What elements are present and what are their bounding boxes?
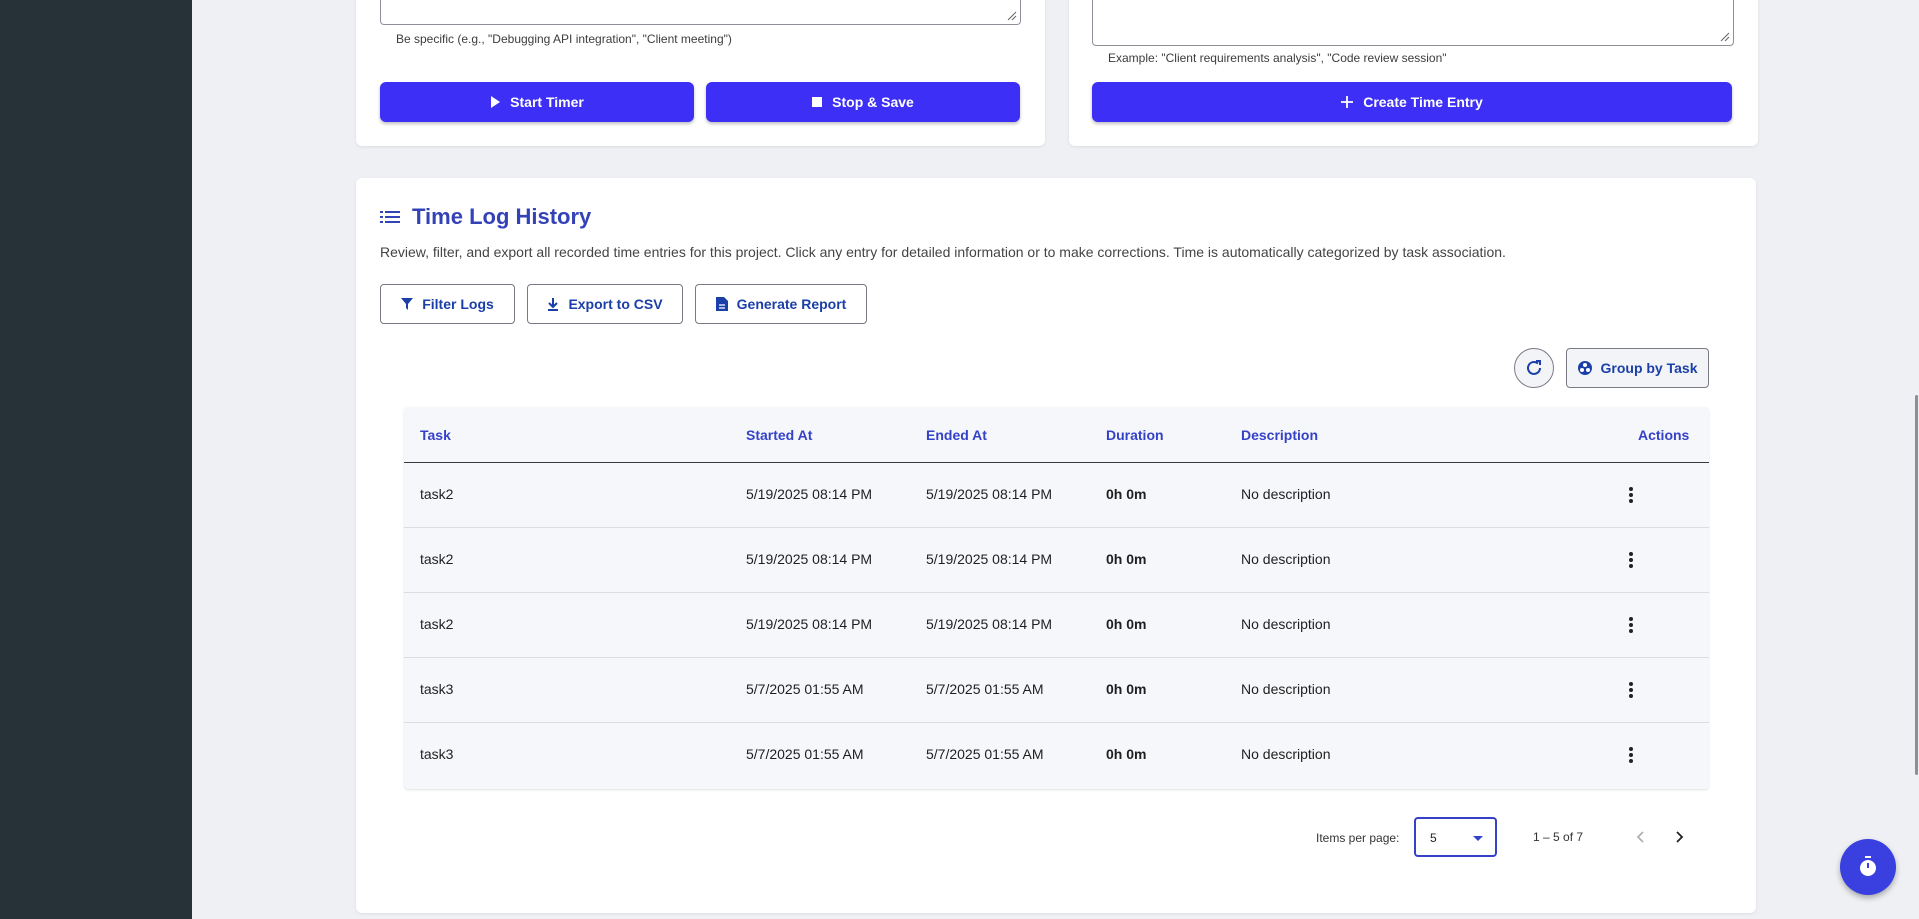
page-range-label: 1 – 5 of 7 (1533, 830, 1584, 844)
cell-description: No description (1241, 486, 1331, 502)
column-header-actions: Actions (1638, 427, 1690, 443)
play-icon (491, 96, 501, 108)
filter-logs-button[interactable]: Filter Logs (380, 284, 515, 324)
export-csv-button[interactable]: Export to CSV (527, 284, 683, 324)
cell-started: 5/19/2025 08:14 PM (746, 616, 873, 632)
table-row[interactable]: task3 5/7/2025 01:55 AM 5/7/2025 01:55 A… (404, 658, 1709, 723)
cell-task: task2 (420, 551, 454, 567)
stop-save-label: Stop & Save (832, 94, 914, 110)
cell-task: task3 (420, 681, 454, 697)
refresh-icon (1527, 360, 1541, 375)
resize-grip-icon (1720, 32, 1730, 42)
more-vertical-icon (1629, 552, 1633, 568)
cell-task: task2 (420, 486, 454, 502)
cell-task: task2 (420, 616, 454, 632)
cell-ended: 5/7/2025 01:55 AM (926, 746, 1044, 762)
table-row[interactable]: task3 5/7/2025 01:55 AM 5/7/2025 01:55 A… (404, 723, 1709, 788)
sidebar (0, 0, 192, 919)
cell-description: No description (1241, 616, 1331, 632)
table-row[interactable]: task2 5/19/2025 08:14 PM 5/19/2025 08:14… (404, 528, 1709, 593)
filter-icon (401, 298, 414, 310)
document-icon (715, 297, 728, 311)
more-vertical-icon (1629, 747, 1633, 763)
table-row[interactable]: task2 5/19/2025 08:14 PM 5/19/2025 08:14… (404, 463, 1709, 528)
group-by-task-label: Group by Task (1600, 360, 1698, 376)
plus-icon (1341, 96, 1354, 108)
generate-report-label: Generate Report (736, 296, 847, 312)
row-actions-button[interactable] (1617, 741, 1645, 769)
create-time-entry-button[interactable]: Create Time Entry (1092, 82, 1732, 122)
table-header: Task Started At Ended At Duration Descri… (404, 407, 1709, 463)
row-actions-button[interactable] (1617, 611, 1645, 639)
column-header-description[interactable]: Description (1241, 427, 1318, 443)
workspaces-icon (1577, 361, 1592, 375)
table-row[interactable]: task2 5/19/2025 08:14 PM 5/19/2025 08:14… (404, 593, 1709, 658)
section-description: Review, filter, and export all recorded … (380, 244, 1506, 260)
timer-icon (1860, 856, 1876, 876)
row-actions-button[interactable] (1617, 481, 1645, 509)
timer-description-textarea[interactable] (380, 0, 1021, 25)
generate-report-button[interactable]: Generate Report (695, 284, 867, 324)
column-header-task[interactable]: Task (420, 427, 451, 443)
cell-duration: 0h 0m (1106, 551, 1147, 567)
more-vertical-icon (1629, 682, 1633, 698)
section-header: Time Log History (380, 204, 591, 230)
cell-duration: 0h 0m (1106, 486, 1147, 502)
stop-save-button[interactable]: Stop & Save (706, 82, 1020, 122)
next-page-button[interactable] (1666, 823, 1694, 851)
column-header-started[interactable]: Started At (746, 427, 812, 443)
manual-description-textarea[interactable] (1092, 0, 1734, 46)
time-log-table: Task Started At Ended At Duration Descri… (404, 407, 1709, 789)
cell-description: No description (1241, 551, 1331, 567)
column-header-duration[interactable]: Duration (1106, 427, 1164, 443)
cell-started: 5/19/2025 08:14 PM (746, 551, 873, 567)
items-per-page-label: Items per page: (1316, 831, 1400, 845)
timer-fab-button[interactable] (1840, 839, 1896, 895)
cell-task: task3 (420, 746, 454, 762)
section-title: Time Log History (412, 204, 592, 229)
more-vertical-icon (1629, 487, 1633, 503)
cell-ended: 5/19/2025 08:14 PM (926, 616, 1053, 632)
resize-grip-icon (1007, 11, 1017, 21)
list-icon (380, 211, 400, 223)
cell-description: No description (1241, 681, 1331, 697)
more-vertical-icon (1629, 617, 1633, 633)
cell-ended: 5/19/2025 08:14 PM (926, 486, 1053, 502)
cell-duration: 0h 0m (1106, 746, 1147, 762)
chevron-right-icon (1676, 831, 1684, 843)
cell-started: 5/19/2025 08:14 PM (746, 486, 873, 502)
download-icon (548, 297, 559, 311)
cell-ended: 5/19/2025 08:14 PM (926, 551, 1053, 567)
previous-page-button[interactable] (1626, 823, 1654, 851)
row-actions-button[interactable] (1617, 546, 1645, 574)
cell-started: 5/7/2025 01:55 AM (746, 681, 864, 697)
timer-hint-text: Be specific (e.g., "Debugging API integr… (396, 32, 732, 46)
page-scrollbar[interactable] (1915, 395, 1918, 775)
page-size-value: 5 (1430, 831, 1437, 845)
create-time-entry-label: Create Time Entry (1363, 94, 1483, 110)
cell-ended: 5/7/2025 01:55 AM (926, 681, 1044, 697)
export-csv-label: Export to CSV (568, 296, 663, 312)
start-timer-button[interactable]: Start Timer (380, 82, 694, 122)
group-by-task-button[interactable]: Group by Task (1566, 348, 1709, 388)
start-timer-label: Start Timer (510, 94, 584, 110)
cell-duration: 0h 0m (1106, 681, 1147, 697)
chevron-left-icon (1636, 831, 1644, 843)
cell-description: No description (1241, 746, 1331, 762)
manual-hint-text: Example: "Client requirements analysis",… (1108, 51, 1447, 65)
filter-logs-label: Filter Logs (422, 296, 494, 312)
column-header-ended[interactable]: Ended At (926, 427, 987, 443)
refresh-button[interactable] (1514, 348, 1554, 388)
page-size-select[interactable]: 5 (1414, 817, 1497, 857)
cell-started: 5/7/2025 01:55 AM (746, 746, 864, 762)
row-actions-button[interactable] (1617, 676, 1645, 704)
cell-duration: 0h 0m (1106, 616, 1147, 632)
dropdown-arrow-icon (1473, 836, 1483, 841)
stop-icon (812, 97, 823, 107)
